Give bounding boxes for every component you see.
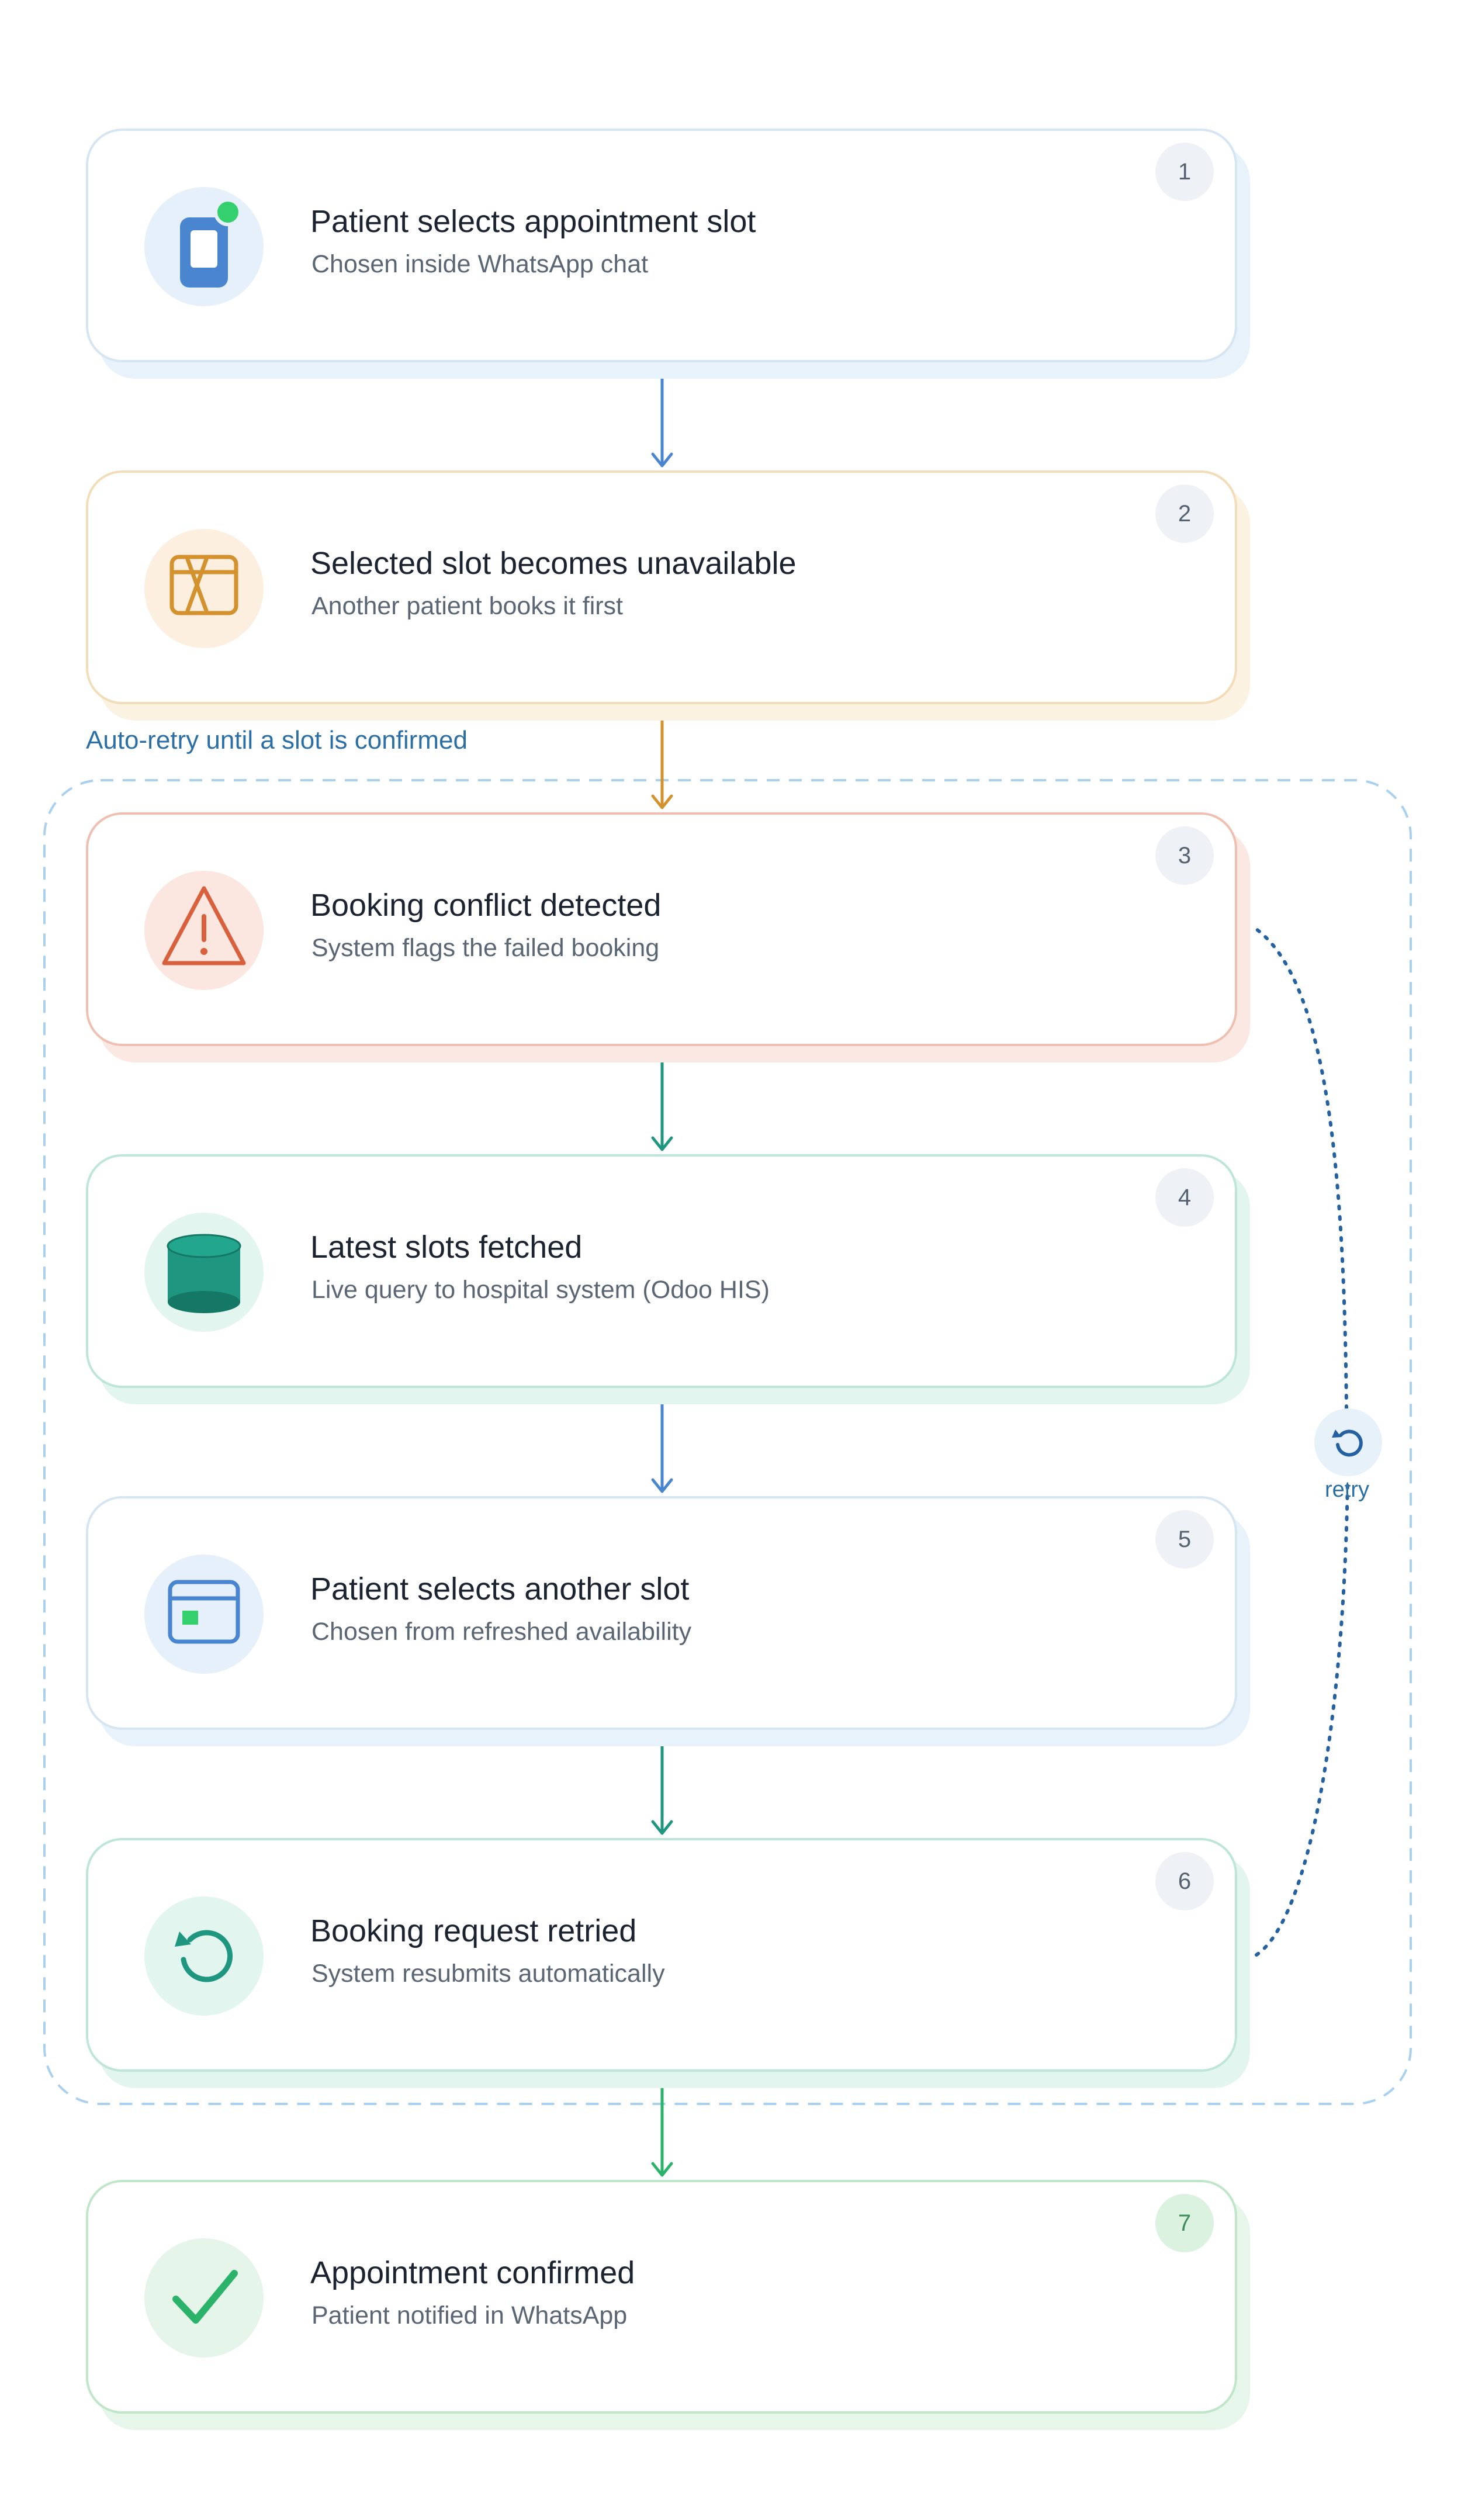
step-number-badge: 6 xyxy=(1155,1852,1214,1910)
icon-disc xyxy=(144,1213,264,1332)
step-title: Patient selects another slot xyxy=(310,1571,690,1607)
step-card-7: Appointment confirmed Patient notified in… xyxy=(86,2180,1237,2414)
step-title: Selected slot becomes unavailable xyxy=(310,546,797,581)
step-number-badge: 5 xyxy=(1155,1510,1214,1569)
icon-disc xyxy=(144,2238,264,2358)
checkmark-icon xyxy=(172,2270,238,2324)
step-number-badge: 2 xyxy=(1155,484,1214,543)
step-card-5: Patient selects another slot Chosen from … xyxy=(86,1496,1237,1730)
retry-label: retry xyxy=(1325,1477,1369,1502)
retry-badge xyxy=(1314,1408,1382,1476)
step-number-badge: 1 xyxy=(1155,143,1214,201)
step-title: Booking conflict detected xyxy=(310,888,662,923)
step-subtitle: Chosen from refreshed availability xyxy=(311,1618,692,1646)
step-subtitle: System flags the failed booking xyxy=(311,934,660,962)
retry-badge-icon xyxy=(1332,1429,1363,1457)
retry-path-upper xyxy=(1255,927,1348,1410)
slot-unavailable-icon xyxy=(169,555,238,615)
step-subtitle: Live query to hospital system (Odoo HIS) xyxy=(311,1276,770,1304)
step-subtitle: Patient notified in WhatsApp xyxy=(311,2301,628,2329)
icon-disc xyxy=(144,1555,264,1674)
database-icon xyxy=(167,1234,241,1313)
icon-disc xyxy=(144,871,264,990)
phone-icon xyxy=(180,198,242,288)
calendar-card-icon xyxy=(168,1580,240,1644)
retry-flow-diagram: Patient selects appointment slot Chosen i… xyxy=(0,0,1461,2520)
step-card-6: Booking request retried System resubmits … xyxy=(86,1838,1237,2072)
icon-disc xyxy=(144,529,264,648)
step-subtitle: Chosen inside WhatsApp chat xyxy=(311,250,649,278)
icon-disc xyxy=(144,1896,264,2016)
step-number-badge: 7 xyxy=(1155,2194,1214,2252)
step-card-3: Booking conflict detected System flags th… xyxy=(86,812,1237,1046)
step-subtitle: Another patient books it first xyxy=(311,592,624,620)
icon-disc xyxy=(144,187,264,306)
step-number-badge: 4 xyxy=(1155,1168,1214,1227)
retry-icon xyxy=(175,1930,233,1982)
step-title: Patient selects appointment slot xyxy=(310,204,756,239)
warning-icon xyxy=(162,886,246,965)
step-card-4: Latest slots fetched Live query to hospit… xyxy=(86,1154,1237,1388)
step-title: Latest slots fetched xyxy=(310,1230,583,1265)
loop-label: Auto-retry until a slot is confirmed xyxy=(86,726,468,754)
step-number-badge: 3 xyxy=(1155,826,1214,885)
retry-path-lower xyxy=(1255,1477,1349,1957)
step-card-1: Patient selects appointment slot Chosen i… xyxy=(86,129,1237,362)
step-card-2: Selected slot becomes unavailable Another… xyxy=(86,470,1237,704)
step-title: Appointment confirmed xyxy=(310,2255,635,2290)
step-title: Booking request retried xyxy=(310,1913,637,1948)
step-subtitle: System resubmits automatically xyxy=(311,1960,665,1988)
